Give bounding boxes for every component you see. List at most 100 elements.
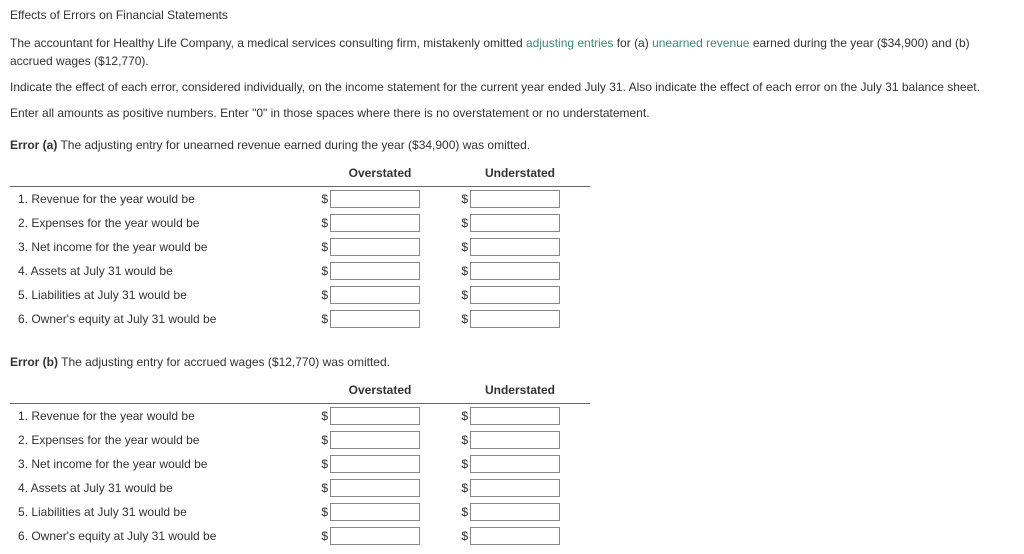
overstated-input[interactable]	[330, 527, 420, 545]
table-row: 5. Liabilities at July 31 would be$$	[10, 500, 590, 524]
overstated-cell: $	[310, 404, 450, 429]
understated-input[interactable]	[470, 286, 560, 304]
understated-cell: $	[450, 404, 590, 429]
understated-cell: $	[450, 524, 590, 548]
overstated-input[interactable]	[330, 407, 420, 425]
understated-input[interactable]	[470, 527, 560, 545]
row-label: 6. Owner's equity at July 31 would be	[10, 524, 310, 548]
overstated-input[interactable]	[330, 479, 420, 497]
understated-input[interactable]	[470, 503, 560, 521]
currency-symbol: $	[318, 238, 328, 256]
overstated-cell: $	[310, 235, 450, 259]
link-adjusting-entries[interactable]: adjusting entries	[526, 36, 613, 50]
error-b-table: Overstated Understated 1. Revenue for th…	[10, 377, 590, 548]
error-b-heading: Error (b) The adjusting entry for accrue…	[10, 353, 1014, 371]
table-row: 5. Liabilities at July 31 would be$$	[10, 283, 590, 307]
row-label: 4. Assets at July 31 would be	[10, 476, 310, 500]
understated-input[interactable]	[470, 310, 560, 328]
col-header-overstated-b: Overstated	[310, 377, 450, 404]
error-b-label: Error (b)	[10, 355, 58, 369]
currency-symbol: $	[458, 431, 468, 449]
overstated-input[interactable]	[330, 190, 420, 208]
understated-input[interactable]	[470, 214, 560, 232]
currency-symbol: $	[458, 238, 468, 256]
understated-input[interactable]	[470, 479, 560, 497]
overstated-cell: $	[310, 428, 450, 452]
overstated-input[interactable]	[330, 431, 420, 449]
table-row: 2. Expenses for the year would be$$	[10, 428, 590, 452]
understated-cell: $	[450, 187, 590, 212]
row-label: 5. Liabilities at July 31 would be	[10, 283, 310, 307]
intro1-mid1: for (a)	[613, 36, 652, 50]
table-row: 4. Assets at July 31 would be$$	[10, 259, 590, 283]
overstated-input[interactable]	[330, 262, 420, 280]
overstated-input[interactable]	[330, 310, 420, 328]
currency-symbol: $	[458, 214, 468, 232]
understated-input[interactable]	[470, 407, 560, 425]
understated-input[interactable]	[470, 262, 560, 280]
overstated-cell: $	[310, 259, 450, 283]
understated-cell: $	[450, 307, 590, 331]
understated-input[interactable]	[470, 455, 560, 473]
col-header-overstated-a: Overstated	[310, 160, 450, 187]
currency-symbol: $	[318, 190, 328, 208]
overstated-input[interactable]	[330, 503, 420, 521]
table-row: 6. Owner's equity at July 31 would be $ $	[10, 307, 590, 331]
currency-symbol: $	[458, 286, 468, 304]
currency-symbol: $	[458, 262, 468, 280]
col-header-blank-a	[10, 160, 310, 187]
row-label: 5. Liabilities at July 31 would be	[10, 500, 310, 524]
overstated-cell: $	[310, 524, 450, 548]
link-unearned-revenue[interactable]: unearned revenue	[652, 36, 749, 50]
overstated-cell: $	[310, 307, 450, 331]
col-header-blank-b	[10, 377, 310, 404]
currency-symbol: $	[318, 262, 328, 280]
col-header-understated-b: Understated	[450, 377, 590, 404]
overstated-input[interactable]	[330, 214, 420, 232]
row-label: 6. Owner's equity at July 31 would be	[10, 307, 310, 331]
understated-input[interactable]	[470, 431, 560, 449]
row-label: 1. Revenue for the year would be	[10, 404, 310, 429]
currency-symbol: $	[458, 190, 468, 208]
currency-symbol: $	[318, 431, 328, 449]
overstated-input[interactable]	[330, 286, 420, 304]
error-a-text: The adjusting entry for unearned revenue…	[57, 138, 530, 152]
currency-symbol: $	[318, 310, 328, 328]
overstated-input[interactable]	[330, 238, 420, 256]
overstated-cell: $	[310, 500, 450, 524]
currency-symbol: $	[318, 527, 328, 545]
table-row: 1. Revenue for the year would be $ $	[10, 187, 590, 212]
overstated-cell: $	[310, 452, 450, 476]
error-b-body: 1. Revenue for the year would be$$2. Exp…	[10, 404, 590, 549]
intro-paragraph-2: Indicate the effect of each error, consi…	[10, 78, 1014, 96]
error-a-table: Overstated Understated 1. Revenue for th…	[10, 160, 590, 331]
understated-input[interactable]	[470, 190, 560, 208]
intro-paragraph-1: The accountant for Healthy Life Company,…	[10, 34, 1014, 70]
currency-symbol: $	[458, 407, 468, 425]
currency-symbol: $	[318, 479, 328, 497]
currency-symbol: $	[318, 407, 328, 425]
understated-cell: $	[450, 235, 590, 259]
understated-cell: $	[450, 428, 590, 452]
currency-symbol: $	[458, 503, 468, 521]
row-label: 2. Expenses for the year would be	[10, 211, 310, 235]
understated-cell: $	[450, 500, 590, 524]
error-a-heading: Error (a) The adjusting entry for unearn…	[10, 136, 1014, 154]
currency-symbol: $	[458, 527, 468, 545]
understated-cell: $	[450, 283, 590, 307]
overstated-cell: $	[310, 187, 450, 212]
understated-input[interactable]	[470, 238, 560, 256]
overstated-input[interactable]	[330, 455, 420, 473]
page-title: Effects of Errors on Financial Statement…	[10, 6, 1014, 24]
understated-cell: $	[450, 476, 590, 500]
understated-cell: $	[450, 259, 590, 283]
understated-cell: $	[450, 211, 590, 235]
row-label: 1. Revenue for the year would be	[10, 187, 310, 212]
understated-cell: $	[450, 452, 590, 476]
currency-symbol: $	[458, 310, 468, 328]
table-row: 6. Owner's equity at July 31 would be $ $	[10, 524, 590, 548]
col-header-understated-a: Understated	[450, 160, 590, 187]
overstated-cell: $	[310, 476, 450, 500]
intro1-pre: The accountant for Healthy Life Company,…	[10, 36, 526, 50]
currency-symbol: $	[318, 214, 328, 232]
